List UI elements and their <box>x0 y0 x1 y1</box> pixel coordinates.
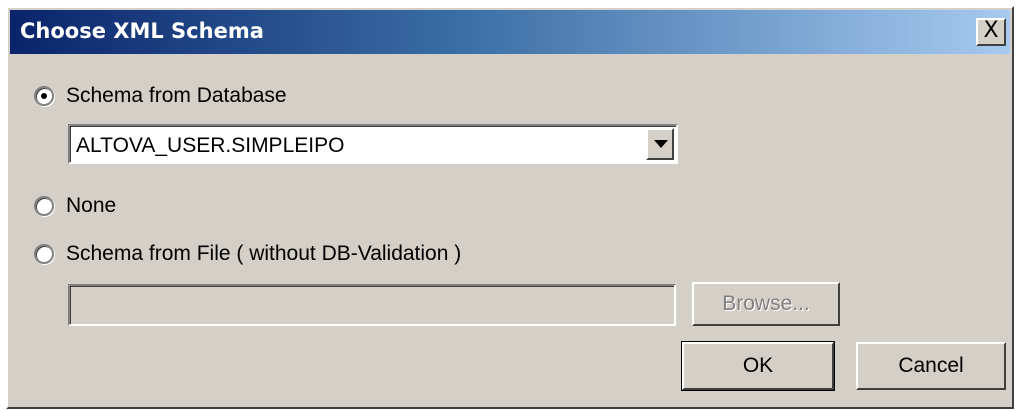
browse-button[interactable]: Browse... <box>692 282 840 326</box>
none-label[interactable]: None <box>66 194 116 218</box>
title-bar[interactable]: Choose XML Schema X <box>10 10 1010 54</box>
database-schema-value: ALTOVA_USER.SIMPLEIPO <box>76 134 345 157</box>
dialog-title: Choose XML Schema <box>20 19 264 43</box>
chevron-down-icon <box>654 140 668 148</box>
schema-from-file-label[interactable]: Schema from File ( without DB-Validation… <box>66 242 461 266</box>
dropdown-button[interactable] <box>646 128 674 160</box>
ok-button[interactable]: OK <box>681 341 835 391</box>
close-icon: X <box>983 18 999 43</box>
close-button[interactable]: X <box>976 18 1006 46</box>
none-radio[interactable] <box>34 196 54 216</box>
schema-from-database-label[interactable]: Schema from Database <box>66 84 287 108</box>
schema-from-database-radio[interactable] <box>34 86 54 106</box>
choose-xml-schema-dialog: Choose XML Schema X Schema from Database… <box>6 6 1014 409</box>
database-schema-select[interactable]: ALTOVA_USER.SIMPLEIPO <box>68 124 678 164</box>
cancel-button[interactable]: Cancel <box>856 342 1006 390</box>
schema-from-file-radio[interactable] <box>34 244 54 264</box>
schema-file-path-input[interactable] <box>68 284 676 326</box>
radio-selected-dot <box>41 93 47 99</box>
